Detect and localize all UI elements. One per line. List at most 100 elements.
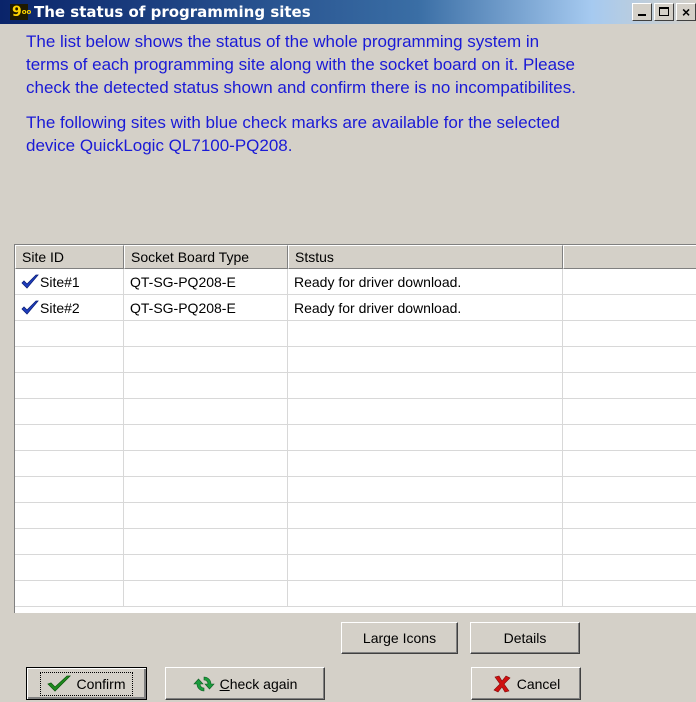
empty-cell	[15, 503, 124, 529]
empty-cell	[15, 425, 124, 451]
check-again-button[interactable]: Check again	[165, 667, 325, 700]
empty-row	[15, 347, 696, 373]
table-row[interactable]: Site#1 QT-SG-PQ208-E Ready for driver do…	[15, 269, 696, 295]
confirm-button[interactable]: Confirm	[26, 667, 147, 700]
empty-cell	[563, 399, 696, 425]
empty-cell	[563, 373, 696, 399]
socket-board-cell: QT-SG-PQ208-E	[124, 269, 288, 295]
site-id-text: Site#2	[40, 300, 80, 316]
site-id-cell: Site#1	[15, 269, 124, 295]
blue-check-icon	[21, 274, 39, 289]
empty-cell	[563, 477, 696, 503]
empty-row	[15, 529, 696, 555]
confirm-label: Confirm	[76, 675, 126, 692]
description-paragraph-2: The following sites with blue check mark…	[26, 113, 560, 155]
empty-cell	[15, 321, 124, 347]
description-paragraph-1: The list below shows the status of the w…	[26, 32, 576, 97]
details-label: Details	[503, 630, 547, 646]
column-header-empty[interactable]	[563, 245, 696, 269]
empty-cell	[124, 555, 288, 581]
empty-cell	[15, 477, 124, 503]
status-cell: Ready for driver download.	[288, 295, 563, 321]
close-icon: ×	[682, 4, 691, 20]
window-title: The status of programming sites	[34, 3, 311, 21]
empty-cell	[288, 529, 563, 555]
app-icon: 9oo	[10, 4, 32, 20]
empty-cell	[288, 503, 563, 529]
large-icons-label: Large Icons	[362, 630, 437, 646]
checkmark-icon	[47, 675, 72, 692]
maximize-button[interactable]	[654, 3, 674, 21]
column-header-socket-board-type[interactable]: Socket Board Type	[124, 245, 288, 269]
empty-cell	[124, 321, 288, 347]
x-icon	[493, 675, 511, 692]
site-id-cell: Site#2	[15, 295, 124, 321]
empty-cell	[563, 503, 696, 529]
empty-cell	[288, 477, 563, 503]
empty-cell	[563, 581, 696, 607]
empty-cell	[15, 581, 124, 607]
cancel-button[interactable]: Cancel	[471, 667, 581, 700]
maximize-icon	[659, 7, 669, 16]
site-id-text: Site#1	[40, 274, 80, 290]
list-body: Site#1 QT-SG-PQ208-E Ready for driver do…	[15, 269, 696, 607]
empty-cell	[288, 399, 563, 425]
empty-row	[15, 321, 696, 347]
empty-cell	[563, 425, 696, 451]
empty-cell	[124, 451, 288, 477]
close-button[interactable]: ×	[676, 3, 696, 21]
cancel-label: Cancel	[516, 675, 561, 692]
column-header-status[interactable]: Ststus	[288, 245, 563, 269]
empty-cell	[563, 347, 696, 373]
empty-cell	[15, 347, 124, 373]
empty-cell	[124, 373, 288, 399]
empty-cell	[124, 529, 288, 555]
empty-cell	[124, 399, 288, 425]
empty-row	[15, 425, 696, 451]
empty-cell	[124, 581, 288, 607]
empty-cell	[15, 373, 124, 399]
empty-cell	[15, 399, 124, 425]
check-again-label: Check again	[219, 675, 298, 692]
empty-row	[15, 581, 696, 607]
empty-cell	[124, 347, 288, 373]
window-controls: ×	[630, 3, 696, 21]
description: The list below shows the status of the w…	[26, 30, 586, 169]
empty-cell	[288, 347, 563, 373]
list-header: Site ID Socket Board Type Ststus	[15, 245, 696, 269]
status-cell: Ready for driver download.	[288, 269, 563, 295]
empty-row	[15, 477, 696, 503]
empty-row	[15, 555, 696, 581]
empty-cell	[563, 269, 696, 295]
column-header-site-id[interactable]: Site ID	[15, 245, 124, 269]
minimize-icon	[638, 14, 646, 16]
empty-cell	[563, 321, 696, 347]
empty-cell	[124, 503, 288, 529]
empty-cell	[288, 373, 563, 399]
sites-list-view[interactable]: Site ID Socket Board Type Ststus Site#1 …	[14, 244, 696, 613]
title-bar[interactable]: 9oo The status of programming sites ×	[0, 0, 696, 24]
empty-row	[15, 451, 696, 477]
table-row[interactable]: Site#2 QT-SG-PQ208-E Ready for driver do…	[15, 295, 696, 321]
empty-cell	[288, 425, 563, 451]
empty-cell	[563, 295, 696, 321]
empty-cell	[288, 555, 563, 581]
socket-board-cell: QT-SG-PQ208-E	[124, 295, 288, 321]
empty-cell	[288, 581, 563, 607]
empty-cell	[15, 451, 124, 477]
empty-cell	[124, 477, 288, 503]
details-button[interactable]: Details	[470, 622, 580, 654]
empty-cell	[563, 529, 696, 555]
empty-cell	[288, 451, 563, 477]
empty-row	[15, 503, 696, 529]
large-icons-button[interactable]: Large Icons	[341, 622, 458, 654]
refresh-icon	[192, 676, 215, 691]
minimize-button[interactable]	[632, 3, 652, 21]
empty-row	[15, 373, 696, 399]
confirm-focus: Confirm	[40, 671, 133, 696]
empty-cell	[563, 451, 696, 477]
empty-cell	[15, 555, 124, 581]
blue-check-icon	[21, 300, 39, 315]
empty-cell	[563, 555, 696, 581]
empty-cell	[288, 321, 563, 347]
